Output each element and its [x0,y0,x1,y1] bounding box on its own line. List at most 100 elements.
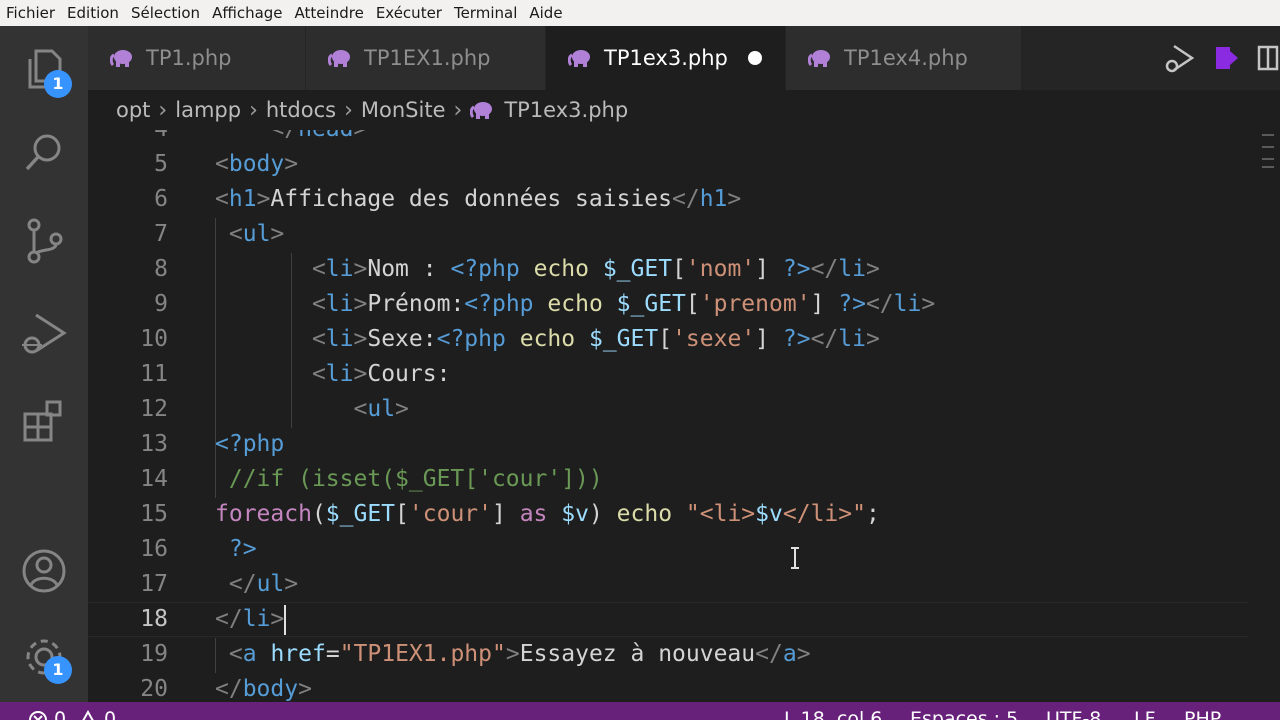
activity-extensions[interactable] [0,386,88,456]
line-number: 12 [140,396,168,422]
code-line[interactable]: 5 <body> [88,147,1258,182]
line-number: 15 [140,501,168,527]
breadcrumb: opt › lampp › htdocs › MonSite › TP1ex3.… [88,90,1280,130]
warning-icon[interactable] [78,710,98,720]
overview-ruler-mark [1262,134,1274,136]
code-text[interactable]: <ul> [215,217,284,252]
end-of-line[interactable]: LF [1134,708,1156,720]
code-line[interactable]: 11 <li>Cours: [88,357,1258,392]
encoding[interactable]: UTF-8 [1046,708,1101,720]
activity-source-control[interactable] [0,206,88,276]
activity-accounts[interactable] [0,536,88,606]
php-elephant-icon [568,50,590,67]
code-line[interactable]: 19 <a href="TP1EX1.php">Essayez à nouvea… [88,637,1258,672]
chevron-right-icon: › [158,97,168,123]
split-editor-icon[interactable] [1256,43,1280,73]
code-text[interactable]: <ul> [215,392,408,427]
breadcrumb-file[interactable]: TP1ex3.php [504,98,628,122]
chevron-right-icon: › [453,97,463,123]
code-text[interactable]: ?> [215,532,257,567]
activity-search[interactable] [0,118,88,188]
menu-bar: Fichier Edition Sélection Affichage Atte… [0,0,1280,26]
menu-terminal[interactable]: Terminal [448,0,523,26]
code-text[interactable]: <li>Nom : <?php echo $_GET['nom'] ?></li… [215,252,880,287]
settings-badge: 1 [44,656,72,684]
code-text[interactable]: foreach($_GET['cour'] as $v) echo "<li>$… [215,497,880,532]
activity-explorer[interactable]: 1 [0,34,88,104]
code-text[interactable]: </head> [215,130,367,147]
menu-affichage[interactable]: Affichage [206,0,288,26]
menu-edition[interactable]: Edition [61,0,125,26]
menu-executer[interactable]: Exécuter [370,0,448,26]
code-text[interactable]: <?php [215,427,284,462]
code-line[interactable]: 10 <li>Sexe:<?php echo $_GET['sexe'] ?><… [88,322,1258,357]
activity-run-debug[interactable] [0,298,88,368]
code-text[interactable]: </ul> [215,567,298,602]
code-line[interactable]: 13 <?php [88,427,1258,462]
tab-tp1ex1[interactable]: TP1EX1.php [306,26,546,90]
line-number: 10 [140,326,168,352]
unsaved-dot-icon[interactable] [747,51,762,65]
code-text[interactable]: <li>Cours: [215,357,451,392]
code-line[interactable]: 12 <ul> [88,392,1258,427]
code-line[interactable]: 8 <li>Nom : <?php echo $_GET['nom'] ?></… [88,252,1258,287]
menu-aide[interactable]: Aide [523,0,568,26]
breadcrumb-lampp[interactable]: lampp [175,98,241,122]
line-number: 8 [154,256,168,282]
run-debug-icon[interactable] [1164,42,1196,74]
code-line[interactable]: 6 <h1>Affichage des données saisies</h1> [88,182,1258,217]
code-line[interactable]: 20 </body> [88,672,1258,702]
line-number: 16 [140,536,168,562]
line-number: 14 [140,466,168,492]
breadcrumb-htdocs[interactable]: htdocs [266,98,336,122]
code-line[interactable]: 16 ?> [88,532,1258,567]
breadcrumb-opt[interactable]: opt [116,98,150,122]
warning-count[interactable]: 0 [104,708,116,720]
code-line[interactable]: 17 </ul> [88,567,1258,602]
editor-scrollbar[interactable] [1248,130,1280,702]
code-text[interactable]: <li>Sexe:<?php echo $_GET['sexe'] ?></li… [215,322,880,357]
text-cursor [284,605,287,635]
tab-tp1[interactable]: TP1.php [88,26,306,90]
code-line[interactable]: 7 <ul> [88,217,1258,252]
breadcrumb-monsite[interactable]: MonSite [361,98,446,122]
account-icon [22,549,66,593]
error-icon[interactable] [28,710,48,720]
code-text[interactable]: </li> [215,602,284,637]
code-text[interactable]: <body> [215,147,298,182]
mouse-ibeam-cursor-icon [791,547,799,569]
tab-tp1ex4[interactable]: TP1ex4.php [786,26,1022,90]
line-number: 11 [140,361,168,387]
code-text[interactable]: //if (isset($_GET['cour'])) [215,462,603,497]
overview-ruler-mark [1262,158,1274,160]
indentation[interactable]: Espaces : 5 [910,708,1018,720]
menu-atteindre[interactable]: Atteindre [289,0,370,26]
tab-label: TP1ex4.php [844,46,968,70]
menu-selection[interactable]: Sélection [125,0,206,26]
error-count[interactable]: 0 [54,708,66,720]
code-line[interactable]: 15 foreach($_GET['cour'] as $v) echo "<li… [88,497,1258,532]
line-number: 7 [154,221,168,247]
chevron-right-icon: › [249,97,258,123]
tab-tp1ex3[interactable]: TP1ex3.php [546,26,786,90]
code-editor[interactable]: 4 </head> 5 <body> 6 <h1>Affichage des donné… [88,130,1280,702]
menu-fichier[interactable]: Fichier [0,0,61,26]
activity-settings[interactable]: 1 [0,622,88,692]
code-line[interactable]: 14 //if (isset($_GET['cour'])) [88,462,1258,497]
line-number: 20 [140,676,168,702]
code-line[interactable]: 18 </li> [88,602,1258,637]
run-debug-icon [22,313,67,354]
code-text[interactable]: <li>Prénom:<?php echo $_GET['prenom'] ?>… [215,287,935,322]
php-preview-icon[interactable] [1212,43,1242,73]
code-line[interactable]: 4 </head> [88,130,1258,147]
tab-bar: TP1.php TP1EX1.php TP1ex3.php TP1ex4.php [88,26,1280,90]
php-elephant-icon [808,50,830,67]
code-line[interactable]: 9 <li>Prénom:<?php echo $_GET['prenom'] … [88,287,1258,322]
overview-ruler-mark [1262,166,1274,168]
code-text[interactable]: </body> [215,672,312,702]
cursor-position[interactable]: L 18, col 6 [784,708,882,720]
chevron-right-icon: › [344,97,353,123]
code-text[interactable]: <a href="TP1EX1.php">Essayez à nouveau</… [215,637,811,672]
language-mode[interactable]: PHP [1184,708,1221,720]
code-text[interactable]: <h1>Affichage des données saisies</h1> [215,182,741,217]
